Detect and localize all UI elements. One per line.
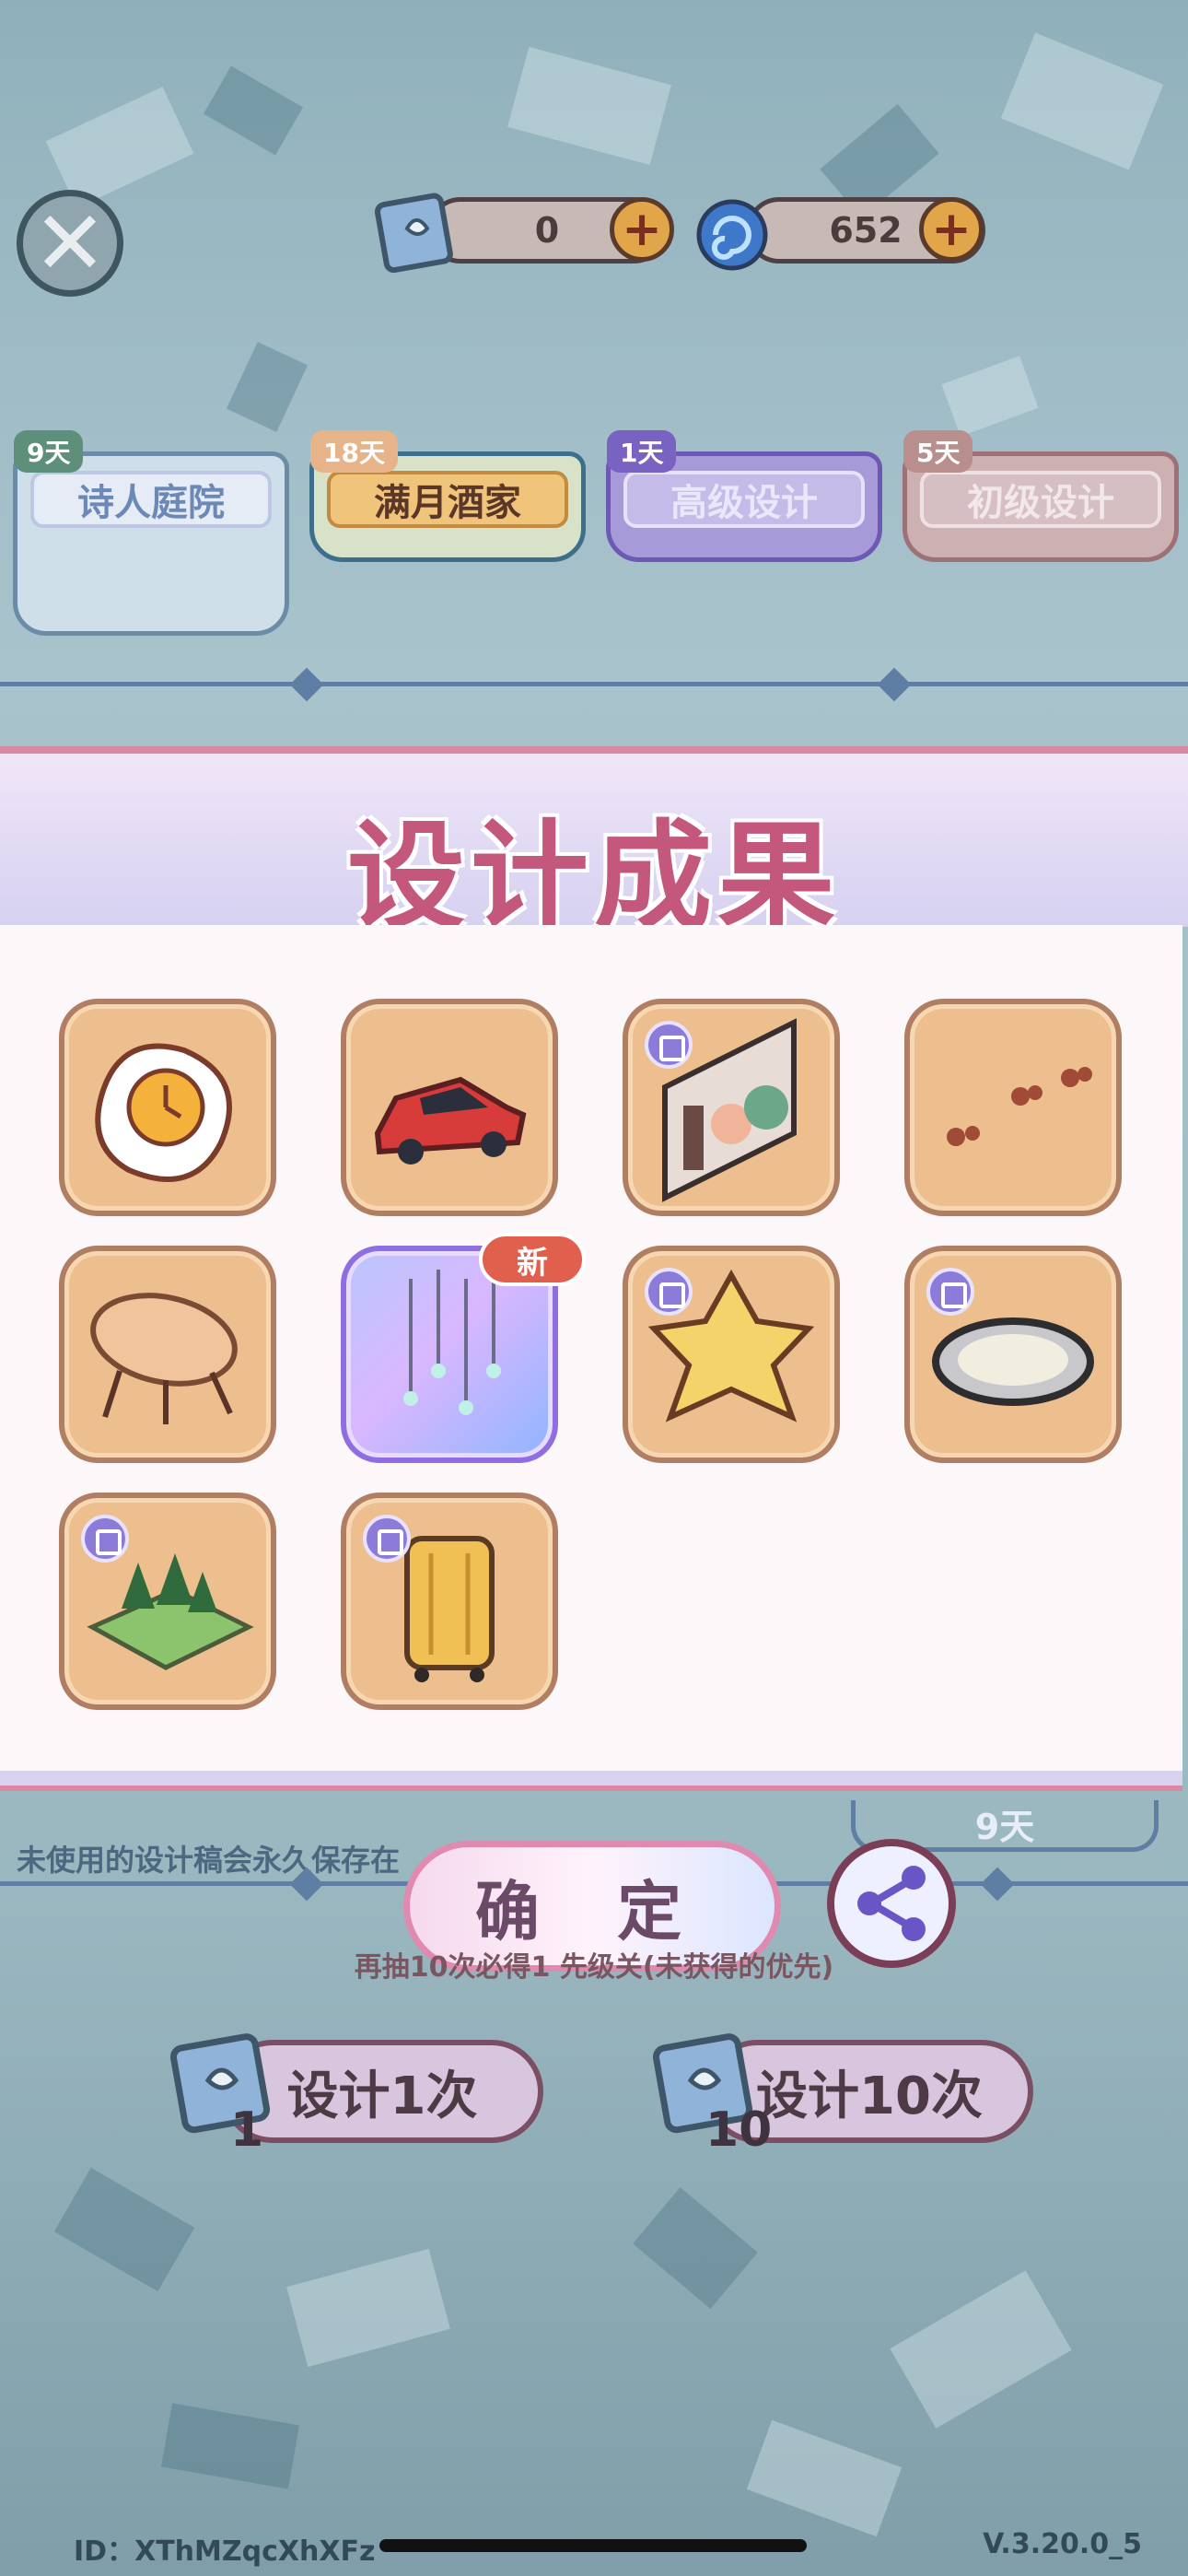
item-yellow-suitcase[interactable]	[341, 1493, 558, 1710]
divider-diamond	[980, 1867, 1015, 1902]
close-x-icon: ✕	[32, 192, 108, 295]
tab-poet-courtyard-label: 诗人庭院	[30, 471, 272, 528]
design-ten-button[interactable]: 设计10次 10	[648, 2023, 1044, 2189]
item-forest-diorama[interactable]	[59, 1493, 276, 1710]
result-modal-header: 设计成果	[0, 746, 1188, 946]
player-id-text: ID：XThMZqcXhXFz	[74, 2535, 376, 2568]
tab-full-moon-tavern[interactable]: 满月酒家 18天	[309, 430, 586, 562]
furniture-type-icon	[363, 1515, 411, 1563]
tab-poet-courtyard[interactable]: 诗人庭院 9天	[13, 430, 289, 636]
new-item-badge: 新	[479, 1233, 586, 1286]
design-scroll-icon	[374, 193, 453, 274]
paw-prints-icon	[947, 1067, 1092, 1146]
currency-scroll-value: 0	[534, 210, 560, 251]
furniture-type-icon	[81, 1515, 129, 1563]
design-once-cost: 1	[230, 2102, 264, 2158]
design-once-button[interactable]: 设计1次 1	[166, 2023, 553, 2189]
home-indicator[interactable]	[379, 2539, 807, 2552]
timer-text: 9天	[974, 1807, 1035, 1847]
currency-scroll-plus-button[interactable]: +	[610, 197, 674, 262]
close-button[interactable]: ✕	[17, 190, 123, 297]
currency-orb: 652 +	[691, 184, 995, 276]
currency-orb-plus-button[interactable]: +	[919, 197, 984, 262]
tab-basic-design-days: 5天	[903, 430, 973, 473]
result-modal-footer	[0, 1771, 1182, 1791]
red-sports-car-icon	[374, 1076, 527, 1165]
divider-diamond	[289, 667, 324, 702]
item-perfume-shelf[interactable]	[623, 999, 840, 1216]
divider-line	[0, 682, 1188, 686]
item-paw-prints[interactable]	[904, 999, 1122, 1216]
furniture-type-icon	[645, 1021, 693, 1069]
swirl-orb-icon	[696, 199, 768, 271]
tab-advanced-design-days: 1天	[607, 430, 677, 473]
version-text: V.3.20.0_5	[983, 2528, 1142, 2560]
item-wooden-table[interactable]	[59, 1246, 276, 1463]
tab-full-moon-tavern-days: 18天	[310, 430, 398, 473]
draw-hint-text: 再抽10次必得1 先级关(未获得的优先)	[354, 1951, 834, 1984]
wooden-table-icon	[90, 1293, 238, 1424]
tab-advanced-design[interactable]: 高级设计 1天	[606, 430, 882, 562]
tab-advanced-design-label: 高级设计	[623, 471, 865, 528]
tab-full-moon-tavern-label: 满月酒家	[327, 471, 568, 528]
item-gold-star[interactable]	[623, 1246, 840, 1463]
item-round-mirror[interactable]	[904, 1246, 1122, 1463]
currency-scroll: 0 +	[372, 184, 676, 276]
design-ten-cost: 10	[705, 2102, 773, 2158]
tab-basic-design[interactable]: 初级设计 5天	[903, 430, 1179, 562]
item-red-sports-car[interactable]	[341, 999, 558, 1216]
save-note-text: 未使用的设计稿会永久保存在	[17, 1843, 401, 1878]
furniture-type-icon	[926, 1268, 974, 1316]
furniture-type-icon	[645, 1268, 693, 1316]
fried-egg-clock-icon	[95, 1043, 232, 1182]
tab-basic-design-label: 初级设计	[920, 471, 1161, 528]
design-scroll-icon	[169, 2033, 271, 2134]
currency-orb-value: 652	[829, 210, 903, 251]
item-fried-egg-clock[interactable]	[59, 999, 276, 1216]
tab-poet-courtyard-days: 9天	[14, 430, 84, 473]
divider-diamond	[877, 667, 912, 702]
